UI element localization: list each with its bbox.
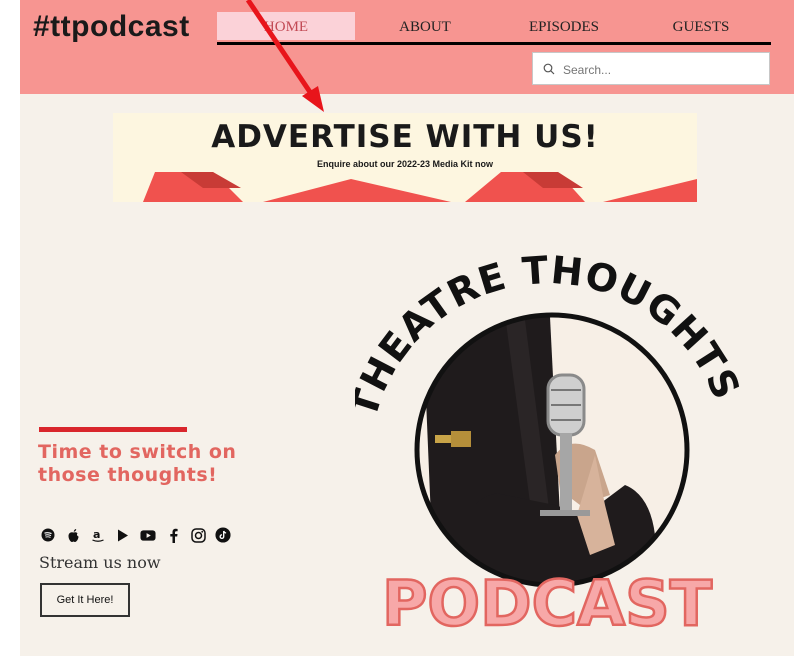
divider-rule <box>39 427 187 432</box>
banner-subtitle: Enquire about our 2022-23 Media Kit now <box>316 159 494 169</box>
apple-icon[interactable] <box>65 527 81 543</box>
hero-tagline: Time to switch on those thoughts! <box>38 441 237 486</box>
nav-about[interactable]: ABOUT <box>387 12 463 40</box>
facebook-icon[interactable] <box>165 527 181 543</box>
amazon-icon[interactable]: a <box>90 527 106 543</box>
podcast-cover-art: THEATRE THOUGHTS PODCAST <box>355 255 740 640</box>
nav-home[interactable]: HOME <box>217 12 355 40</box>
google-play-icon[interactable] <box>115 527 131 543</box>
cover-podcast-text: PODCAST <box>382 567 712 640</box>
social-links: a <box>40 525 231 545</box>
banner-title: ADVERTISE WITH US! <box>211 119 599 155</box>
search-input[interactable] <box>561 59 765 81</box>
svg-text:a: a <box>93 528 100 541</box>
main-nav: HOME ABOUT EPISODES GUESTS <box>217 12 771 45</box>
search-icon <box>543 63 555 75</box>
search-box[interactable] <box>532 52 770 85</box>
stream-text: Stream us now <box>39 553 161 572</box>
youtube-icon[interactable] <box>140 527 156 543</box>
site-logo[interactable]: #ttpodcast <box>33 10 190 44</box>
get-it-here-button[interactable]: Get It Here! <box>40 583 130 617</box>
advertise-banner[interactable]: ADVERTISE WITH US! Enquire about our 202… <box>113 113 697 202</box>
nav-guests[interactable]: GUESTS <box>663 12 739 40</box>
nav-episodes[interactable]: EPISODES <box>517 12 611 40</box>
spotify-icon[interactable] <box>40 527 56 543</box>
tiktok-icon[interactable] <box>215 527 231 543</box>
instagram-icon[interactable] <box>190 527 206 543</box>
